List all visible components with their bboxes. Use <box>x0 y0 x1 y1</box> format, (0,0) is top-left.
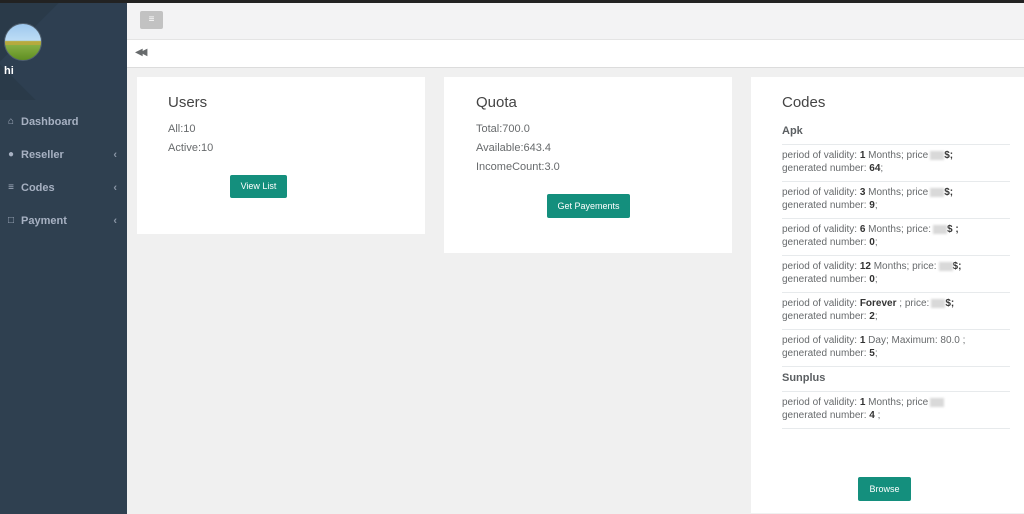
price-label: Months; price <box>865 150 929 161</box>
redacted-price <box>930 397 945 407</box>
validity-label: period of validity: <box>782 335 860 346</box>
generated-tail: ; <box>880 162 884 174</box>
top-navbar: ≡ <box>127 3 1024 40</box>
hamburger-icon: ≡ <box>148 14 155 25</box>
sidebar-item-label: Dashboard <box>21 115 79 128</box>
tab-bar: ◀◀ <box>127 40 1024 68</box>
generated-label: generated number: <box>782 199 870 211</box>
get-payments-button[interactable]: Get Payements <box>547 194 630 218</box>
generated-label: generated number: <box>782 236 870 248</box>
redacted-price <box>932 224 947 234</box>
sunplus-section-title: Sunplus <box>782 366 1010 384</box>
redacted-price <box>931 298 946 308</box>
view-list-button[interactable]: View List <box>230 175 287 198</box>
generated-tail: ; <box>874 347 878 359</box>
code-item: period of validity: 1 Day; Maximum: 80.0… <box>782 329 1010 366</box>
code-item: period of validity: Forever ; price: $; ge… <box>782 292 1010 329</box>
price-label: ; price: <box>896 298 930 309</box>
edit-icon: □ <box>7 215 15 226</box>
profile-header: hi <box>0 3 127 100</box>
quota-available: Available:643.4 <box>476 142 552 154</box>
user-icon: ● <box>7 149 15 160</box>
price-currency: $ ; <box>946 224 959 235</box>
sidebar-nav: ⌂ Dashboard ● Reseller ‹ ≡ Codes ‹ □ Pay… <box>0 105 127 237</box>
validity-label: period of validity: <box>782 261 860 272</box>
double-chevron-left-icon[interactable]: ◀◀ <box>135 47 148 58</box>
generated-label: generated number: <box>782 310 870 322</box>
sidebar-item-reseller[interactable]: ● Reseller ‹ <box>0 138 127 171</box>
generated-label: generated number: <box>782 347 870 359</box>
content: Users All:10 Active:10 View List Quota T… <box>127 68 1024 513</box>
main-area: ≡ ◀◀ Users All:10 Active:10 View List Qu… <box>127 3 1024 514</box>
generated-label: generated number: <box>782 409 870 421</box>
validity-value: 12 <box>859 261 871 272</box>
generated-tail: ; <box>874 310 878 322</box>
chevron-left-icon: ‹ <box>113 181 117 194</box>
quota-title: Quota <box>476 94 517 111</box>
redacted-price <box>930 150 945 160</box>
sidebar: hi ⌂ Dashboard ● Reseller ‹ ≡ Codes ‹ □ … <box>0 3 127 514</box>
code-item: period of validity: 6 Months; price: $ ; g… <box>782 218 1010 255</box>
list-divider <box>782 428 1010 429</box>
apk-code-list: period of validity: 1 Months; price $; gen… <box>782 144 1010 366</box>
price-currency: $; <box>944 150 954 161</box>
price-label: Day; Maximum: 80.0 ; <box>865 335 966 346</box>
code-item: period of validity: 3 Months; price $; gen… <box>782 181 1010 218</box>
browse-button[interactable]: Browse <box>858 477 911 501</box>
code-item: period of validity: 1 Months; price gener… <box>782 391 1010 428</box>
sidebar-item-payment[interactable]: □ Payment ‹ <box>0 204 127 237</box>
list-icon: ≡ <box>8 182 14 193</box>
codes-title: Codes <box>782 94 826 111</box>
quota-total: Total:700.0 <box>476 123 530 135</box>
validity-value: Forever <box>859 298 897 309</box>
validity-label: period of validity: <box>782 150 860 161</box>
generated-tail: ; <box>874 199 878 211</box>
price-currency: $; <box>945 298 955 309</box>
price-label: Months; price: <box>865 224 931 235</box>
chevron-left-icon: ‹ <box>113 214 117 227</box>
validity-label: period of validity: <box>782 397 860 408</box>
validity-label: period of validity: <box>782 224 860 235</box>
generated-label: generated number: <box>782 273 870 285</box>
sidebar-item-label: Codes <box>21 181 55 194</box>
chevron-left-icon: ‹ <box>113 148 117 161</box>
home-icon: ⌂ <box>7 116 15 127</box>
code-item: period of validity: 1 Months; price $; gen… <box>782 144 1010 181</box>
sidebar-item-codes[interactable]: ≡ Codes ‹ <box>0 171 127 204</box>
price-label: Months; price <box>865 397 929 408</box>
quota-card: Quota Total:700.0 Available:643.4 Income… <box>444 77 732 253</box>
users-card: Users All:10 Active:10 View List <box>137 77 425 234</box>
price-currency: $; <box>944 187 954 198</box>
sidebar-item-label: Reseller <box>21 148 64 161</box>
generated-tail: ; <box>874 409 881 421</box>
sidebar-item-label: Payment <box>21 214 67 227</box>
sunplus-code-list: period of validity: 1 Months; price gener… <box>782 391 1010 428</box>
codes-card: Codes Apk period of validity: 1 Months; … <box>751 77 1024 513</box>
menu-toggle-button[interactable]: ≡ <box>140 11 163 29</box>
redacted-price <box>938 261 953 271</box>
price-label: Months; price: <box>870 261 937 272</box>
validity-label: period of validity: <box>782 187 860 198</box>
redacted-price <box>930 187 945 197</box>
generated-tail: ; <box>874 236 878 248</box>
validity-label: period of validity: <box>782 298 860 309</box>
code-item: period of validity: 12 Months; price: $; g… <box>782 255 1010 292</box>
window-top-strip <box>0 0 1024 3</box>
generated-count: 64 <box>869 162 881 174</box>
username[interactable]: hi <box>4 65 14 77</box>
quota-income: IncomeCount:3.0 <box>476 161 560 173</box>
generated-label: generated number: <box>782 162 870 174</box>
sidebar-item-dashboard[interactable]: ⌂ Dashboard <box>0 105 127 138</box>
avatar[interactable] <box>4 23 42 61</box>
users-title: Users <box>168 94 208 111</box>
price-label: Months; price <box>865 187 929 198</box>
users-all: All:10 <box>168 123 196 135</box>
price-currency: $; <box>952 261 962 272</box>
users-active: Active:10 <box>168 142 214 154</box>
generated-tail: ; <box>874 273 878 285</box>
apk-section-title: Apk <box>782 125 803 137</box>
